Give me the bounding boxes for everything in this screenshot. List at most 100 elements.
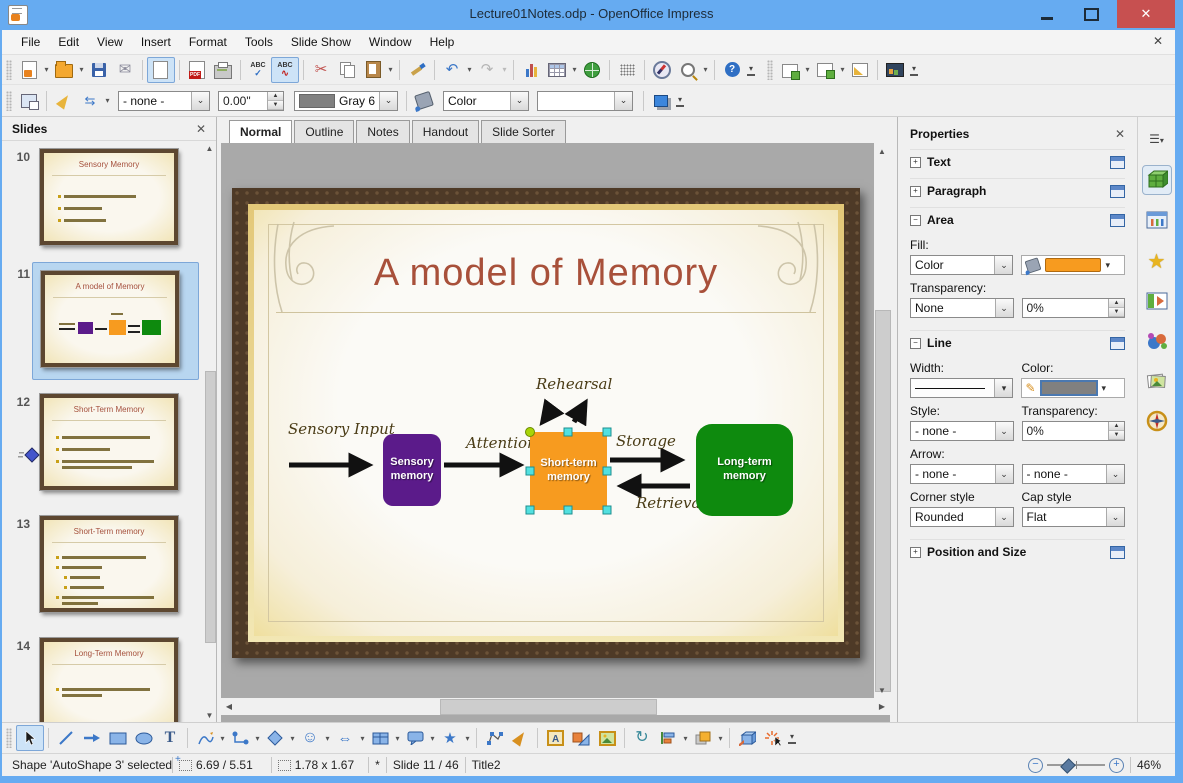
- canvas-horizontal-scrollbar[interactable]: ◀ ▶: [221, 698, 890, 715]
- slide-layout-button[interactable]: [812, 58, 838, 82]
- arrow-start-select-arrow[interactable]: ⌄: [994, 465, 1013, 483]
- vertical-scrollbar-thumb[interactable]: [875, 310, 891, 692]
- menu-format[interactable]: Format: [180, 32, 236, 52]
- toolbar-overflow-button[interactable]: ▾: [745, 58, 757, 82]
- line-width-spinner[interactable]: 0.00" ▲ ▼: [218, 90, 284, 111]
- cap-style-select[interactable]: Flat ⌄: [1021, 507, 1125, 527]
- insert-picture-button[interactable]: [594, 726, 620, 750]
- line-style-select-arrow[interactable]: ⌄: [994, 422, 1013, 440]
- edit-points-button[interactable]: [481, 726, 507, 750]
- presentation-toolbar-grip[interactable]: [767, 59, 773, 80]
- slides-panel-close-icon[interactable]: ✕: [196, 122, 206, 136]
- fill-type-select-arrow[interactable]: ⌄: [994, 256, 1013, 274]
- fill-color-picker[interactable]: ▾: [1021, 255, 1125, 275]
- fill-color-combo[interactable]: ⌄: [537, 90, 633, 111]
- box-sensory-memory[interactable]: Sensory memory: [383, 434, 441, 506]
- label-storage[interactable]: Storage: [616, 432, 676, 450]
- paragraph-dialog-launcher-icon[interactable]: [1110, 184, 1125, 198]
- drawing-toolbar-grip[interactable]: [6, 728, 12, 748]
- shapes-group-button[interactable]: [568, 726, 594, 750]
- transparency-type-select[interactable]: None ⌄: [910, 298, 1014, 318]
- expand-icon[interactable]: +: [910, 546, 921, 558]
- toolbar-grip[interactable]: [6, 59, 12, 80]
- collapse-icon[interactable]: −: [910, 214, 921, 226]
- line-width-up[interactable]: ▲: [268, 91, 283, 101]
- block-arrows-dropdown[interactable]: ▾: [358, 734, 367, 743]
- flowchart-dropdown[interactable]: ▾: [393, 734, 402, 743]
- tab-slide-sorter[interactable]: Slide Sorter: [481, 120, 566, 143]
- tab-notes[interactable]: Notes: [356, 120, 410, 143]
- expand-icon[interactable]: +: [910, 185, 921, 197]
- label-attention[interactable]: Attention: [466, 434, 537, 452]
- transparency-down[interactable]: ▼: [1109, 308, 1124, 317]
- alignment-dropdown[interactable]: ▾: [681, 734, 690, 743]
- edit-mode-button[interactable]: ✎: [147, 56, 175, 83]
- fill-type-combo[interactable]: Color ⌄: [443, 90, 529, 111]
- drawing-toolbar-overflow[interactable]: ▾: [786, 726, 798, 750]
- line-style-combo[interactable]: - none - ⌄: [118, 90, 210, 111]
- fill-color-dropdown-icon[interactable]: ▾: [1105, 260, 1110, 271]
- zoom-dropdown[interactable]: ▾: [701, 65, 710, 74]
- alignment-button[interactable]: [655, 726, 681, 750]
- symbol-shapes-dropdown[interactable]: ▾: [323, 734, 332, 743]
- zoom-slider-thumb[interactable]: [1060, 758, 1076, 774]
- scroll-left-icon[interactable]: ◀: [223, 698, 235, 715]
- callouts-button[interactable]: [402, 726, 428, 750]
- section-text[interactable]: + Text: [910, 149, 1125, 174]
- display-grid-button[interactable]: [614, 58, 640, 82]
- new-document-button[interactable]: [16, 58, 42, 82]
- redo-dropdown[interactable]: ▾: [500, 65, 509, 74]
- position-size-button[interactable]: [16, 89, 42, 113]
- undo-button[interactable]: ↶: [439, 58, 465, 82]
- insert-chart-button[interactable]: [518, 58, 544, 82]
- line-color-dropdown-icon[interactable]: ▾: [1102, 383, 1107, 394]
- slide-thumbnail-12[interactable]: Short-Term Memory: [32, 390, 197, 506]
- symbol-shapes-button[interactable]: ☺: [297, 726, 323, 750]
- selection-handle-top-mid[interactable]: [563, 427, 573, 437]
- zoom-in-icon[interactable]: +: [1108, 757, 1124, 773]
- arrow-tool-button[interactable]: [79, 726, 105, 750]
- sidebar-properties-button[interactable]: [1141, 165, 1172, 195]
- line-dialog-button[interactable]: [51, 89, 77, 113]
- selection-handle-top-left[interactable]: [525, 427, 535, 437]
- corner-style-select[interactable]: Rounded ⌄: [910, 507, 1014, 527]
- document-close-icon[interactable]: ✕: [1153, 34, 1163, 48]
- text-dialog-launcher-icon[interactable]: [1110, 155, 1125, 169]
- redo-button[interactable]: ↷: [474, 58, 500, 82]
- arrow-start-select[interactable]: - none - ⌄: [910, 464, 1014, 484]
- slide-design-button[interactable]: [847, 58, 873, 82]
- transparency-up[interactable]: ▲: [1109, 299, 1124, 308]
- slides-scroll-up-icon[interactable]: ▲: [204, 143, 215, 153]
- box-short-term-memory[interactable]: Short-term memory: [530, 432, 607, 510]
- line-color-picker[interactable]: ✎ ▾: [1021, 378, 1125, 398]
- line-style-select[interactable]: - none - ⌄: [910, 421, 1014, 441]
- sidebar-navigator-button[interactable]: [1143, 407, 1171, 435]
- line-filling-grip[interactable]: [6, 90, 12, 111]
- line-transparency-spinner[interactable]: 0% ▲ ▼: [1021, 421, 1125, 441]
- box-long-term-memory[interactable]: Long-term memory: [696, 424, 793, 516]
- slide-layout-dropdown[interactable]: ▾: [838, 65, 847, 74]
- fill-type-combo-arrow[interactable]: ⌄: [510, 91, 528, 110]
- slide-thumbnail-13[interactable]: Short-Term memory: [32, 512, 197, 628]
- format-paintbrush-button[interactable]: [404, 58, 430, 82]
- slides-scrollbar-thumb[interactable]: [205, 371, 216, 643]
- line-transparency-down[interactable]: ▼: [1109, 431, 1124, 440]
- zoom-percentage[interactable]: 46%: [1137, 758, 1161, 772]
- fill-color-combo-arrow[interactable]: ⌄: [614, 91, 632, 110]
- cut-button[interactable]: ✂: [308, 58, 334, 82]
- print-button[interactable]: [210, 58, 236, 82]
- menu-window[interactable]: Window: [360, 32, 421, 52]
- slide-canvas[interactable]: A model of Memory Sensory Input Attentio…: [221, 143, 874, 698]
- menu-slideshow[interactable]: Slide Show: [282, 32, 360, 52]
- basic-shapes-dropdown[interactable]: ▾: [288, 734, 297, 743]
- menu-tools[interactable]: Tools: [236, 32, 282, 52]
- area-dialog-launcher-icon[interactable]: [1110, 213, 1125, 227]
- label-retrieval[interactable]: Retrieval: [636, 494, 705, 512]
- horizontal-scrollbar-thumb[interactable]: [440, 699, 657, 715]
- minimize-button[interactable]: [1027, 0, 1067, 28]
- sidebar-menu-button[interactable]: ☰▾: [1143, 125, 1171, 153]
- basic-shapes-button[interactable]: [262, 726, 288, 750]
- position-size-dialog-launcher-icon[interactable]: [1110, 545, 1125, 559]
- rectangle-tool-button[interactable]: [105, 726, 131, 750]
- arrow-end-select[interactable]: - none - ⌄: [1021, 464, 1125, 484]
